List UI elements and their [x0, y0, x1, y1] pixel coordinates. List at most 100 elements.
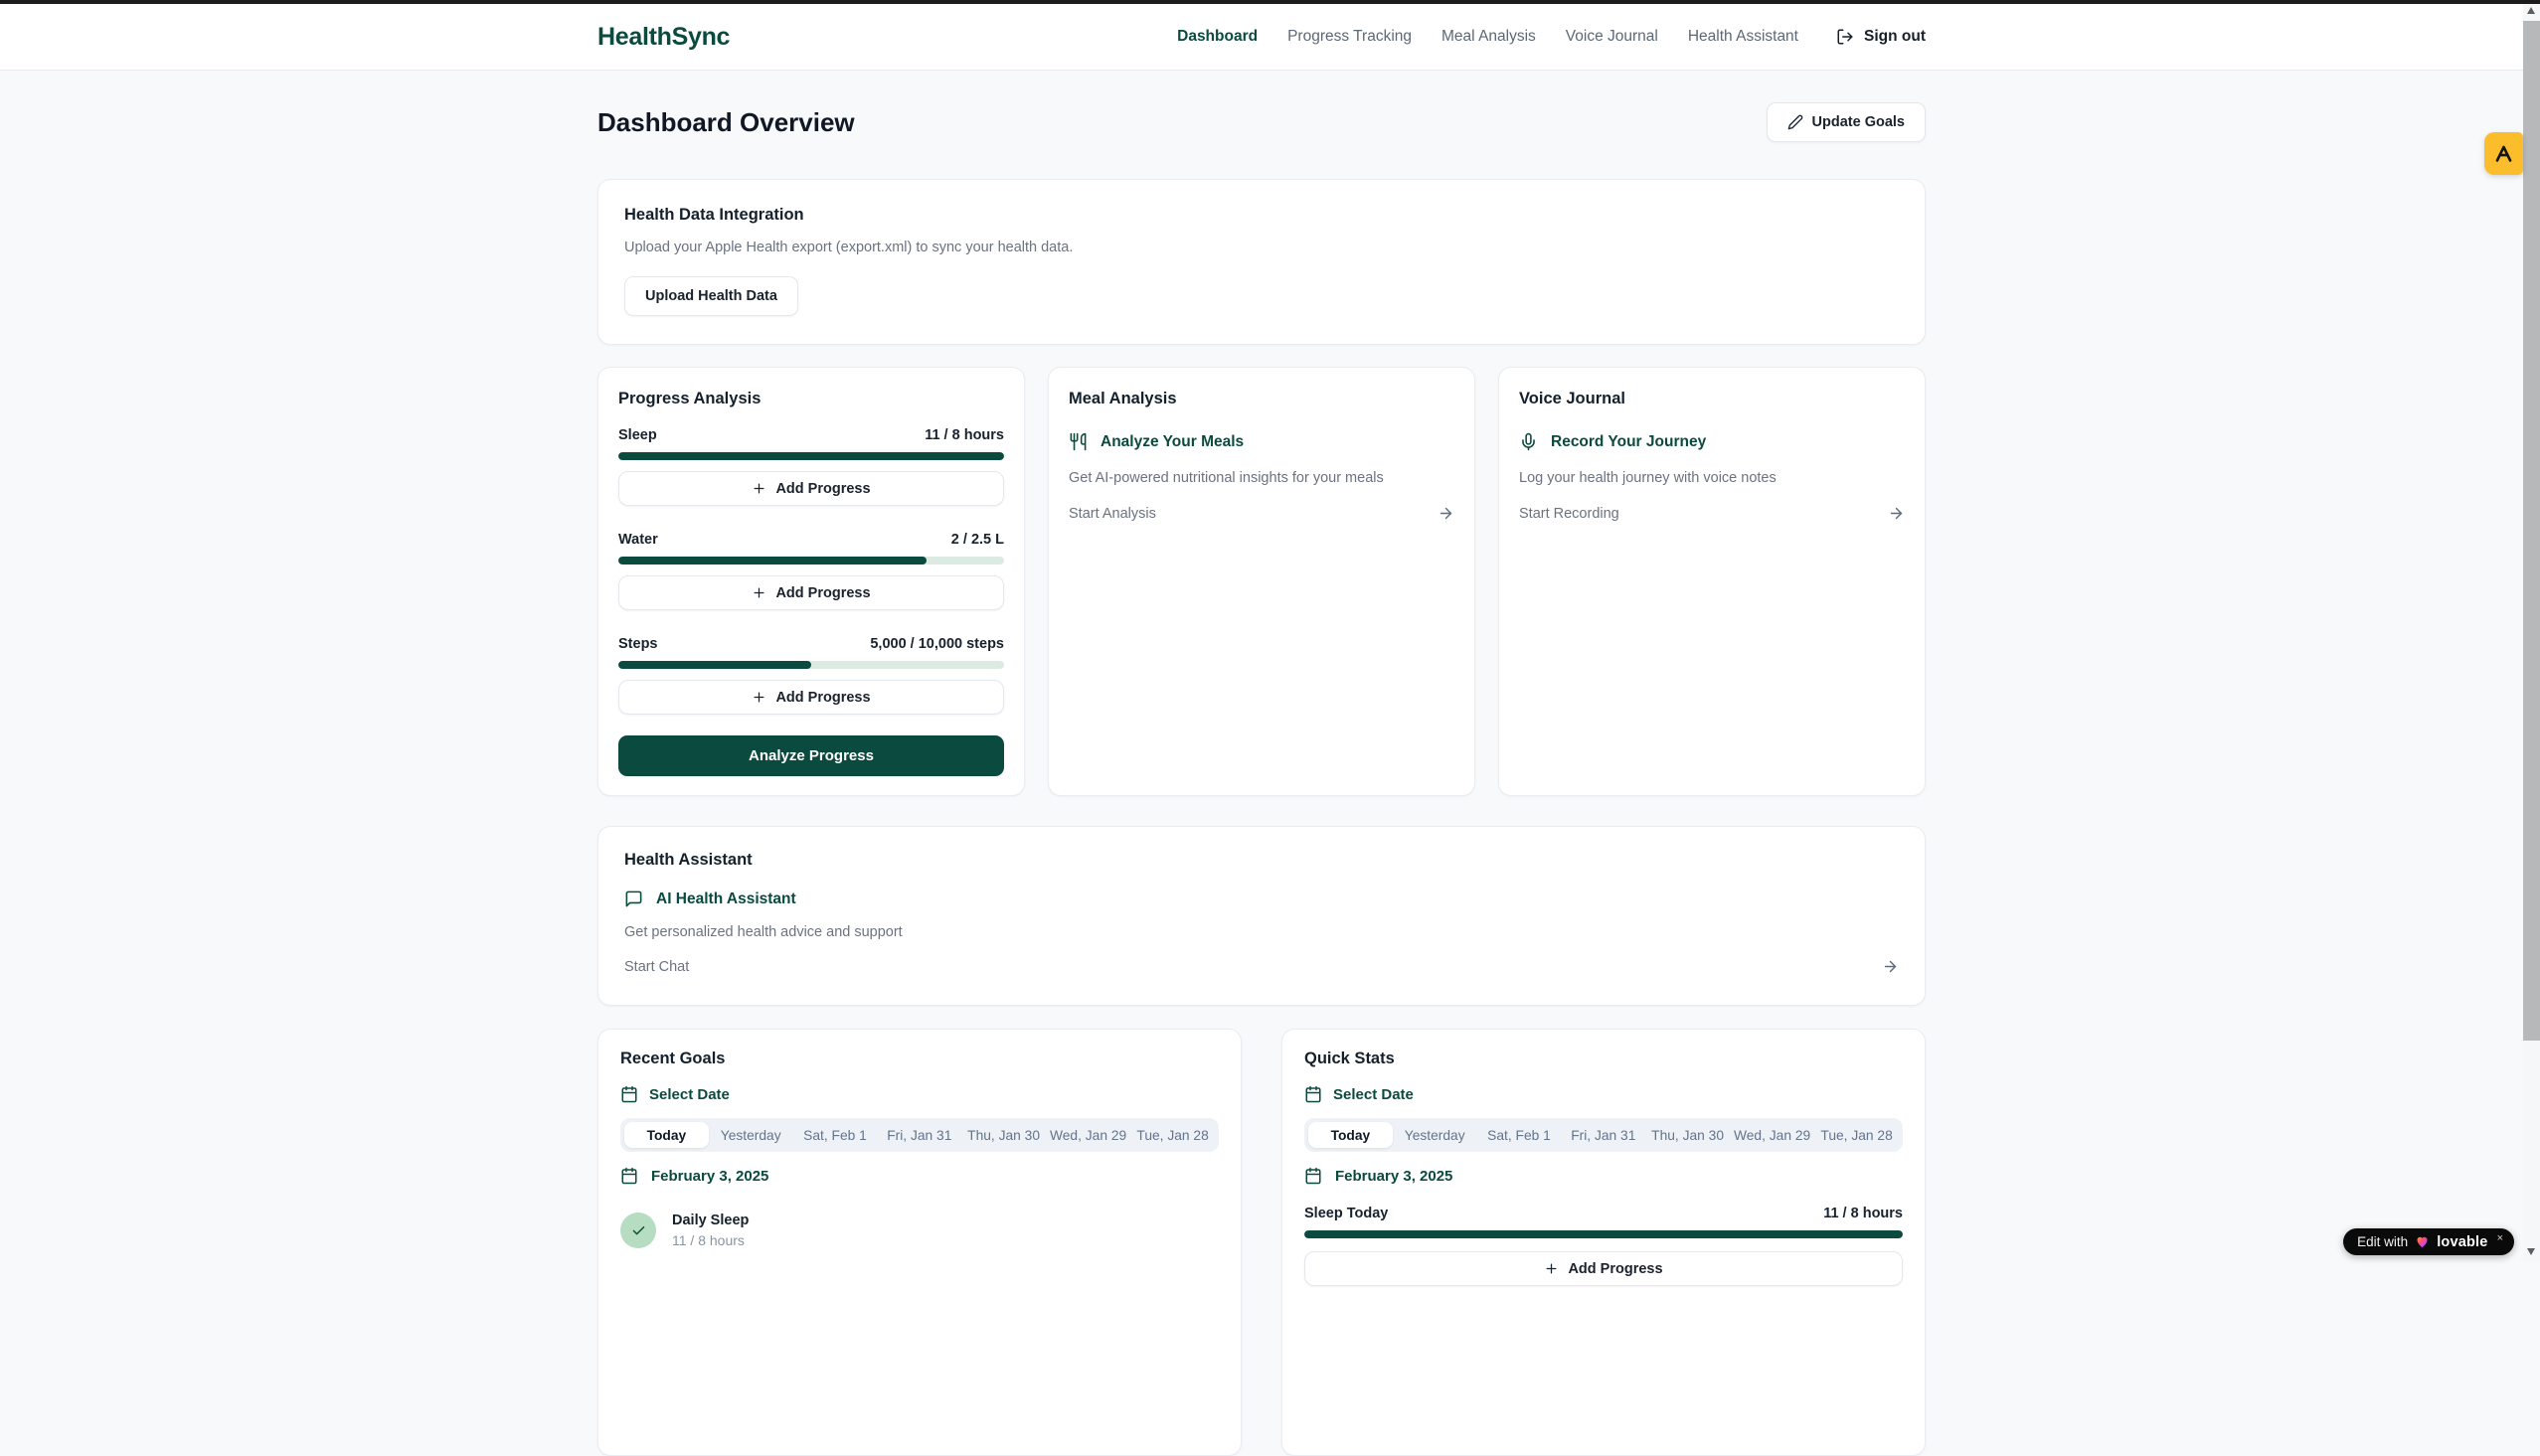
select-date-label: Select Date — [649, 1086, 730, 1103]
nav-meal-analysis[interactable]: Meal Analysis — [1441, 28, 1536, 46]
metric-sleep-value: 11 / 8 hours — [925, 427, 1004, 443]
quick-stats-card: Quick Stats Select Date Today Yesterday … — [1281, 1029, 1926, 1456]
start-recording-action[interactable]: Start Recording — [1519, 505, 1905, 522]
sign-out-button[interactable]: Sign out — [1836, 28, 1926, 46]
sleep-today-progress-bar — [1304, 1230, 1903, 1238]
goal-value: 11 / 8 hours — [672, 1232, 749, 1248]
tab-tue-jan-28[interactable]: Tue, Jan 28 — [1130, 1122, 1215, 1148]
scrollbar-thumb[interactable] — [2523, 21, 2540, 1041]
app-header: HealthSync Dashboard Progress Tracking M… — [0, 4, 2523, 71]
check-icon — [631, 1223, 646, 1238]
steps-progress-fill — [618, 661, 811, 669]
add-progress-label: Add Progress — [775, 690, 870, 706]
utensils-icon — [1069, 432, 1088, 451]
tab-sat-feb-1[interactable]: Sat, Feb 1 — [1477, 1122, 1562, 1148]
arrow-right-icon — [1438, 505, 1454, 522]
selected-date-label: February 3, 2025 — [1335, 1168, 1452, 1185]
page-title: Dashboard Overview — [597, 107, 855, 138]
tab-yesterday[interactable]: Yesterday — [1393, 1122, 1477, 1148]
meal-analysis-title: Meal Analysis — [1069, 390, 1454, 408]
start-chat-action[interactable]: Start Chat — [624, 958, 1899, 975]
metric-sleep-label: Sleep — [618, 427, 657, 443]
plus-icon — [752, 585, 766, 600]
tab-tue-jan-28[interactable]: Tue, Jan 28 — [1814, 1122, 1899, 1148]
scrollbar-down-arrow[interactable] — [2527, 1248, 2535, 1255]
quick-stats-selected-date[interactable]: February 3, 2025 — [1304, 1167, 1903, 1185]
sleep-progress-bar — [618, 452, 1004, 460]
recent-goals-title: Recent Goals — [620, 1050, 1219, 1068]
sleep-today-value: 11 / 8 hours — [1823, 1206, 1903, 1221]
tab-sat-feb-1[interactable]: Sat, Feb 1 — [793, 1122, 878, 1148]
tab-today[interactable]: Today — [624, 1122, 709, 1148]
upload-health-data-label: Upload Health Data — [645, 288, 777, 304]
update-goals-button[interactable]: Update Goals — [1767, 102, 1926, 142]
calendar-icon — [620, 1167, 638, 1185]
log-out-icon — [1836, 28, 1854, 46]
metric-steps: Steps 5,000 / 10,000 steps Add Progress — [618, 636, 1004, 715]
calendar-icon — [1304, 1167, 1322, 1185]
update-goals-label: Update Goals — [1812, 114, 1905, 130]
add-progress-label: Add Progress — [1568, 1261, 1662, 1277]
nav-voice-journal[interactable]: Voice Journal — [1566, 28, 1658, 46]
ai-health-assistant-label: AI Health Assistant — [656, 890, 796, 908]
health-assistant-description: Get personalized health advice and suppo… — [624, 924, 1899, 940]
chat-bubble-icon — [624, 890, 643, 908]
voice-journal-card: Voice Journal Record Your Journey Log yo… — [1498, 367, 1926, 796]
nav-dashboard[interactable]: Dashboard — [1177, 28, 1258, 46]
tab-today[interactable]: Today — [1308, 1122, 1393, 1148]
integration-description: Upload your Apple Health export (export.… — [624, 240, 1899, 255]
record-your-journey-link[interactable]: Record Your Journey — [1519, 432, 1905, 451]
analyze-progress-button[interactable]: Analyze Progress — [618, 735, 1004, 776]
tab-fri-jan-31[interactable]: Fri, Jan 31 — [877, 1122, 961, 1148]
metric-water-label: Water — [618, 532, 658, 548]
tab-thu-jan-30[interactable]: Thu, Jan 30 — [961, 1122, 1046, 1148]
add-progress-water-button[interactable]: Add Progress — [618, 575, 1004, 610]
goal-complete-badge — [620, 1213, 656, 1248]
arrow-right-icon — [1882, 958, 1899, 975]
badge-close-icon[interactable]: × — [2497, 1232, 2503, 1244]
tab-fri-jan-31[interactable]: Fri, Jan 31 — [1561, 1122, 1645, 1148]
lovable-badge[interactable]: Edit with lovable × — [2343, 1228, 2514, 1255]
recent-goals-select-date[interactable]: Select Date — [620, 1085, 1219, 1103]
window-top-edge — [0, 0, 2540, 4]
quick-stats-add-progress-button[interactable]: Add Progress — [1304, 1251, 1903, 1286]
ai-health-assistant-link[interactable]: AI Health Assistant — [624, 890, 1899, 908]
meal-analysis-card: Meal Analysis Analyze Your Meals Get AI-… — [1048, 367, 1475, 796]
steps-progress-bar — [618, 661, 1004, 669]
app-logo[interactable]: HealthSync — [597, 23, 730, 52]
water-progress-fill — [618, 557, 927, 565]
select-date-label: Select Date — [1333, 1086, 1414, 1103]
progress-analysis-card: Progress Analysis Sleep 11 / 8 hours Add… — [597, 367, 1025, 796]
recent-goals-selected-date[interactable]: February 3, 2025 — [620, 1167, 1219, 1185]
nav-health-assistant[interactable]: Health Assistant — [1688, 28, 1798, 46]
scrollbar-up-arrow[interactable] — [2527, 7, 2535, 14]
nav-progress-tracking[interactable]: Progress Tracking — [1287, 28, 1412, 46]
tab-wed-jan-29[interactable]: Wed, Jan 29 — [1046, 1122, 1130, 1148]
water-progress-bar — [618, 557, 1004, 565]
add-progress-steps-button[interactable]: Add Progress — [618, 680, 1004, 715]
start-analysis-action[interactable]: Start Analysis — [1069, 505, 1454, 522]
plus-icon — [1544, 1261, 1559, 1276]
lovable-launcher-button[interactable] — [2484, 132, 2523, 175]
calendar-icon — [620, 1085, 638, 1103]
quick-stats-title: Quick Stats — [1304, 1050, 1903, 1068]
add-progress-sleep-button[interactable]: Add Progress — [618, 471, 1004, 506]
start-chat-label: Start Chat — [624, 959, 689, 975]
integration-title: Health Data Integration — [624, 206, 1899, 225]
quick-stats-select-date[interactable]: Select Date — [1304, 1085, 1903, 1103]
quick-stats-date-tabs: Today Yesterday Sat, Feb 1 Fri, Jan 31 T… — [1304, 1118, 1903, 1152]
start-analysis-label: Start Analysis — [1069, 506, 1156, 522]
upload-health-data-button[interactable]: Upload Health Data — [624, 276, 798, 316]
scrollbar[interactable] — [2523, 0, 2540, 1262]
goal-name: Daily Sleep — [672, 1213, 749, 1228]
analyze-your-meals-link[interactable]: Analyze Your Meals — [1069, 432, 1454, 451]
metric-sleep: Sleep 11 / 8 hours Add Progress — [618, 427, 1004, 506]
add-progress-label: Add Progress — [775, 481, 870, 497]
plus-icon — [752, 690, 766, 705]
tab-yesterday[interactable]: Yesterday — [709, 1122, 793, 1148]
health-assistant-title: Health Assistant — [624, 851, 1899, 870]
metric-steps-label: Steps — [618, 636, 658, 652]
tab-wed-jan-29[interactable]: Wed, Jan 29 — [1730, 1122, 1814, 1148]
calendar-icon — [1304, 1085, 1322, 1103]
tab-thu-jan-30[interactable]: Thu, Jan 30 — [1645, 1122, 1730, 1148]
